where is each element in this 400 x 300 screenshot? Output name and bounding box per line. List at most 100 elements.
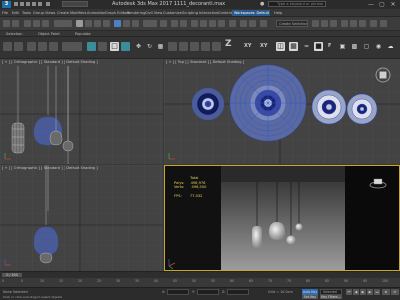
keyboard-shortcut-icon[interactable] — [180, 20, 187, 27]
app-logo-icon[interactable]: 3 — [2, 1, 11, 8]
edit-named-selection-icon[interactable] — [229, 20, 236, 27]
scale-icon[interactable]: ▦ — [156, 42, 165, 51]
viewcube-icon[interactable] — [369, 177, 387, 189]
menu-item-modifiers[interactable]: Modifiers — [70, 10, 86, 16]
rotate-icon[interactable]: ↻ — [145, 42, 154, 51]
select-by-name-icon[interactable] — [98, 42, 107, 51]
render-cloud-icon[interactable]: ☁ — [386, 42, 395, 51]
menu-item-create[interactable]: Create — [57, 10, 69, 16]
set-key-button[interactable]: Set Key — [302, 295, 318, 299]
go-to-start-icon[interactable]: ⏮ — [346, 289, 352, 295]
x-coordinate-field[interactable] — [167, 289, 189, 295]
window-crossing-icon[interactable] — [103, 20, 110, 27]
move-icon[interactable] — [114, 20, 121, 27]
move-icon[interactable]: ✥ — [134, 42, 143, 51]
menu-item-group[interactable]: Group — [33, 10, 44, 16]
redo-icon[interactable] — [12, 20, 19, 27]
material-editor-icon[interactable]: ▣ — [338, 42, 347, 51]
curve-editor-icon[interactable] — [312, 20, 319, 27]
schematic-icon[interactable]: ■ — [314, 42, 323, 51]
selection-filter-dropdown[interactable] — [54, 20, 72, 27]
percent-snap-icon[interactable] — [209, 20, 216, 27]
select-manipulate-icon[interactable] — [171, 20, 178, 27]
mirror-icon[interactable] — [240, 20, 247, 27]
spinner-snap-icon[interactable] — [218, 20, 225, 27]
constrain-z-button[interactable]: Z — [225, 40, 232, 49]
percent-snap-icon[interactable] — [201, 42, 210, 51]
align-icon[interactable] — [249, 20, 256, 27]
mirror-icon[interactable]: ◫ — [276, 42, 285, 51]
link-icon[interactable] — [27, 42, 36, 51]
snaps-toggle-icon[interactable] — [191, 20, 198, 27]
a360-gallery-icon[interactable] — [380, 20, 387, 27]
go-to-end-icon[interactable]: ⏭ — [374, 289, 380, 295]
undo-icon[interactable] — [32, 2, 36, 6]
scale-icon[interactable] — [132, 20, 139, 27]
menu-item-views[interactable]: Views — [45, 10, 55, 16]
menu-item-file[interactable]: File — [2, 10, 8, 16]
schematic-view-icon[interactable] — [321, 20, 328, 27]
pivot-icon[interactable] — [168, 42, 177, 51]
reference-coordinate-dropdown[interactable] — [143, 20, 157, 27]
viewcube-icon[interactable] — [374, 66, 392, 84]
rectangular-region-icon[interactable] — [94, 20, 101, 27]
viewport-perspective[interactable]: [ + ] [ Perspective ] [ Standard ] [ Def… — [164, 165, 400, 271]
redo-icon[interactable] — [14, 42, 23, 51]
select-object-icon[interactable] — [76, 20, 83, 27]
menu-item-scripting[interactable]: Scripting — [182, 10, 198, 16]
angle-snap-icon[interactable] — [200, 20, 207, 27]
play-icon[interactable]: ▶ — [360, 289, 366, 295]
undo-icon[interactable] — [3, 20, 10, 27]
bind-icon[interactable] — [49, 42, 58, 51]
zoom-icon[interactable]: ⊕ — [382, 289, 390, 295]
key-filters-button[interactable]: Key Filters... — [320, 295, 342, 299]
menu-item-animation[interactable]: Animation — [87, 10, 105, 16]
align-icon[interactable]: ▦ — [289, 42, 298, 51]
menu-item-tools[interactable]: Tools — [22, 10, 31, 16]
time-slider[interactable]: 0 / 100 — [0, 271, 400, 278]
binoculars-icon[interactable]: ● — [260, 1, 266, 7]
material-editor-icon[interactable] — [330, 20, 337, 27]
menu-item-graph-editors[interactable]: Graph Editors — [105, 10, 130, 16]
search-input[interactable]: Type a keyword or phrase — [268, 1, 326, 7]
workspace-dropdown[interactable] — [62, 1, 88, 7]
render-setup-icon[interactable] — [341, 20, 348, 27]
window-crossing-icon[interactable] — [121, 42, 130, 51]
layer-explorer-icon[interactable] — [260, 20, 267, 27]
spinner-snap-icon[interactable] — [212, 42, 221, 51]
unlink-icon[interactable] — [33, 20, 40, 27]
menu-item-rendering[interactable]: Rendering — [127, 10, 145, 16]
menu-item-help[interactable]: Help — [274, 10, 282, 16]
viewport-top-right[interactable]: [ + ] [ Top ] [ Standard ] [ Default Sha… — [164, 59, 400, 164]
link-icon[interactable] — [24, 20, 31, 27]
maximize-button[interactable]: ▢ — [377, 1, 387, 8]
new-file-icon[interactable] — [14, 2, 18, 6]
bind-space-warp-icon[interactable] — [42, 20, 49, 27]
render-production-icon[interactable] — [359, 20, 366, 27]
render-icon[interactable]: ◉ — [374, 42, 383, 51]
unlink-icon[interactable] — [38, 42, 47, 51]
orbit-icon[interactable]: ⟳ — [391, 289, 399, 295]
rect-region-icon[interactable]: □ — [110, 42, 119, 51]
selection-filter-icon[interactable] — [62, 42, 82, 51]
menu-item-civil-view[interactable]: Civil View — [145, 10, 162, 16]
y-coordinate-field[interactable] — [197, 289, 219, 295]
viewport-top-left[interactable]: [ + ] [ Orthographic ] [ Standard ] [ De… — [0, 59, 163, 164]
rotate-icon[interactable] — [123, 20, 130, 27]
pivot-center-icon[interactable] — [160, 20, 167, 27]
named-selection-set-dropdown[interactable]: Create Selection Se — [276, 20, 308, 27]
z-coordinate-field[interactable] — [227, 289, 249, 295]
minimize-button[interactable]: — — [366, 1, 376, 8]
snap-icon[interactable] — [179, 42, 188, 51]
project-folder-icon[interactable] — [46, 2, 50, 6]
render-in-cloud-icon[interactable] — [370, 20, 377, 27]
previous-frame-icon[interactable]: ◀ — [353, 289, 359, 295]
render-frame-icon[interactable]: ▢ — [362, 42, 371, 51]
workspace-select[interactable]: Workspaces: Default — [232, 10, 270, 16]
menu-item-edit[interactable]: Edit — [12, 10, 19, 16]
menu-item-interactive[interactable]: Interactive — [199, 10, 218, 16]
save-file-icon[interactable] — [26, 2, 30, 6]
open-file-icon[interactable] — [20, 2, 24, 6]
undo-icon[interactable] — [3, 42, 12, 51]
viewport-bottom-left[interactable]: [ + ] [ Orthographic ] [ Standard ] [ De… — [0, 165, 163, 271]
